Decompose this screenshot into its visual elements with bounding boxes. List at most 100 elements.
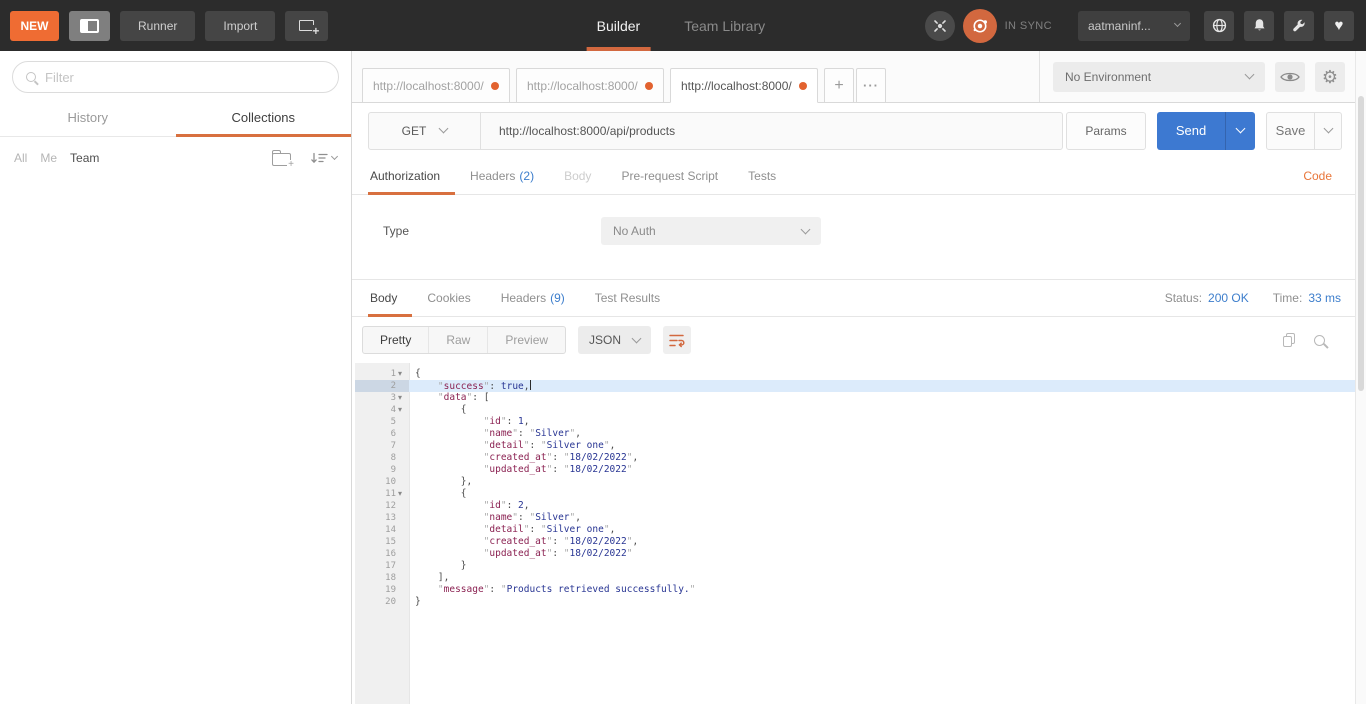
bell-icon — [1252, 18, 1267, 33]
new-window-icon — [299, 20, 314, 31]
save-options-button[interactable] — [1314, 113, 1341, 149]
request-tab-title: http://localhost:8000/ — [373, 79, 485, 93]
save-button-group: Save — [1266, 112, 1342, 150]
environment-select[interactable]: No Environment — [1053, 62, 1265, 92]
code-line: 10 }, — [352, 476, 1355, 488]
code-line: 11▾ { — [352, 488, 1355, 500]
sync-button[interactable] — [963, 9, 997, 43]
request-tab-1[interactable]: http://localhost:8000/ — [362, 68, 510, 103]
account-menu[interactable]: aatmaninf... — [1078, 11, 1190, 41]
tab-body[interactable]: Body — [549, 158, 606, 194]
filter-input[interactable] — [45, 70, 325, 85]
search-response-button[interactable] — [1314, 335, 1325, 346]
tab-tests[interactable]: Tests — [733, 158, 791, 194]
code-line: 9 "updated_at": "18/02/2022" — [352, 464, 1355, 476]
tab-response-body[interactable]: Body — [368, 280, 412, 316]
chevron-down-icon — [1174, 20, 1181, 27]
time-value[interactable]: 33 ms — [1308, 291, 1341, 305]
response-meta: Status: 200 OK Time: 33 ms — [1165, 280, 1341, 316]
request-tab-3[interactable]: http://localhost:8000/ — [670, 68, 818, 103]
filter-box — [12, 61, 339, 93]
scope-me[interactable]: Me — [40, 151, 57, 165]
notifications-button[interactable] — [1244, 11, 1274, 41]
request-editor-tabs: Authorization Headers (2) Body Pre-reque… — [352, 158, 1355, 195]
code-link[interactable]: Code — [1303, 158, 1332, 194]
status-label: Status: — [1165, 291, 1202, 305]
send-button[interactable]: Send — [1157, 112, 1225, 150]
method-value: GET — [402, 124, 427, 138]
code-line: 7 "detail": "Silver one", — [352, 440, 1355, 452]
wrap-text-button[interactable] — [663, 326, 691, 354]
heart-icon: ♥ — [1335, 18, 1344, 33]
header-tabs: Builder Team Library — [575, 0, 788, 51]
tab-team-library[interactable]: Team Library — [662, 0, 787, 51]
tab-history[interactable]: History — [0, 99, 176, 136]
authorization-panel: Type No Auth — [352, 195, 1355, 280]
sort-button[interactable] — [311, 152, 337, 165]
method-select[interactable]: GET — [369, 113, 481, 149]
auth-type-select[interactable]: No Auth — [601, 217, 821, 245]
wrench-icon — [1292, 18, 1307, 33]
import-button[interactable]: Import — [205, 11, 275, 41]
new-button[interactable]: NEW — [10, 11, 59, 41]
chevron-down-icon — [331, 152, 338, 159]
status-value[interactable]: 200 OK — [1208, 291, 1249, 305]
scope-team[interactable]: Team — [70, 151, 99, 165]
view-preview[interactable]: Preview — [487, 327, 565, 353]
sidebar-toggle-button[interactable] — [69, 11, 110, 41]
code-line: 20} — [352, 596, 1355, 608]
send-button-group: Send — [1157, 112, 1255, 150]
tab-label: Body — [564, 169, 591, 183]
runner-button[interactable]: Runner — [120, 11, 195, 41]
more-tabs-button[interactable]: ··· — [856, 68, 886, 103]
support-button[interactable]: ♥ — [1324, 11, 1354, 41]
capture-button[interactable] — [925, 11, 955, 41]
environment-area: No Environment ⚙ — [1039, 51, 1345, 102]
code-line: 5 "id": 1, — [352, 416, 1355, 428]
tab-label: Cookies — [427, 291, 470, 305]
tab-label: Headers — [470, 169, 515, 183]
new-collection-icon[interactable] — [272, 153, 291, 166]
request-tab-title: http://localhost:8000/ — [681, 79, 793, 93]
view-mode-toggle: Pretty Raw Preview — [362, 326, 566, 354]
scrollbar-thumb[interactable] — [1358, 96, 1364, 391]
send-options-button[interactable] — [1225, 112, 1255, 150]
save-button[interactable]: Save — [1267, 113, 1314, 149]
scope-all[interactable]: All — [14, 151, 27, 165]
tab-pre-request-script[interactable]: Pre-request Script — [606, 158, 733, 194]
chevron-down-icon — [1236, 124, 1246, 134]
explore-button[interactable] — [1204, 11, 1234, 41]
new-window-button[interactable] — [285, 11, 328, 41]
tab-cookies[interactable]: Cookies — [412, 280, 485, 316]
settings-button[interactable] — [1284, 11, 1314, 41]
environment-quicklook-button[interactable] — [1275, 62, 1305, 92]
tab-authorization[interactable]: Authorization — [368, 158, 455, 194]
code-line: 1▾{ — [352, 368, 1355, 380]
code-line: 2 "success": true, — [352, 380, 1355, 392]
sort-icon — [311, 152, 329, 165]
tab-builder[interactable]: Builder — [575, 0, 663, 51]
view-pretty[interactable]: Pretty — [363, 327, 428, 353]
tab-label: Authorization — [370, 169, 440, 183]
tab-headers[interactable]: Headers (2) — [455, 158, 549, 194]
sync-icon — [971, 17, 989, 35]
url-input[interactable]: http://localhost:8000/api/products — [481, 113, 1062, 149]
new-tab-button[interactable]: + — [824, 68, 854, 103]
code-line: 16 "updated_at": "18/02/2022" — [352, 548, 1355, 560]
unsaved-dot-icon — [799, 82, 807, 90]
tab-collections[interactable]: Collections — [176, 99, 352, 136]
copy-response-button[interactable] — [1283, 333, 1295, 347]
code-line: 19 "message": "Products retrieved succes… — [352, 584, 1355, 596]
view-raw[interactable]: Raw — [428, 327, 487, 353]
tab-test-results[interactable]: Test Results — [580, 280, 675, 316]
request-tab-2[interactable]: http://localhost:8000/ — [516, 68, 664, 103]
code-line: 14 "detail": "Silver one", — [352, 524, 1355, 536]
header-right: IN SYNC aatmaninf... ♥ — [925, 9, 1366, 43]
response-editor[interactable]: 1▾{2 "success": true,3▾ "data": [4▾ {5 "… — [352, 363, 1355, 704]
code-line: 12 "id": 2, — [352, 500, 1355, 512]
format-select[interactable]: JSON — [578, 326, 651, 354]
params-button[interactable]: Params — [1066, 112, 1146, 150]
chevron-down-icon — [1245, 70, 1255, 80]
environment-settings-button[interactable]: ⚙ — [1315, 62, 1345, 92]
tab-response-headers[interactable]: Headers (9) — [486, 280, 580, 316]
